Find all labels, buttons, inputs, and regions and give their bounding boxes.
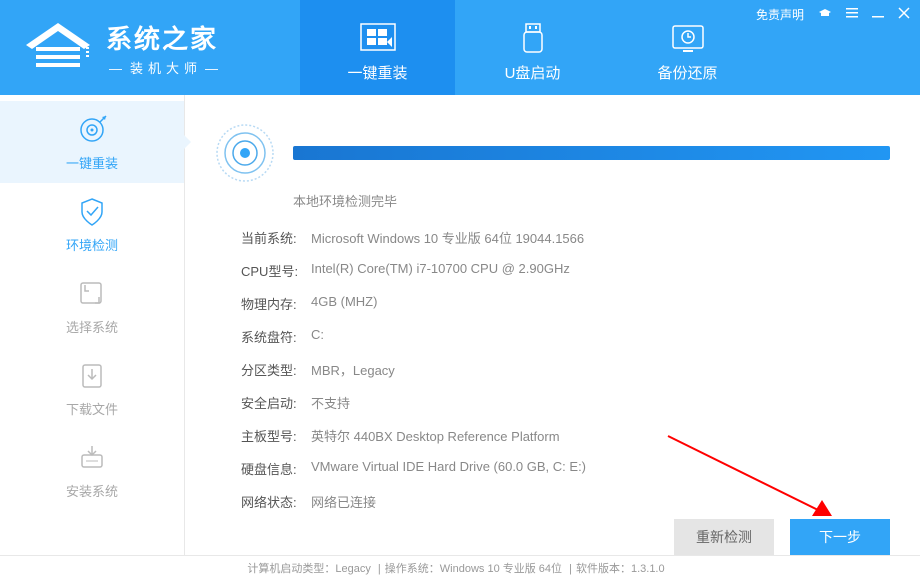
header: 系统之家 装机大师 一键重装 U盘启动 备份还原 免责声明 <box>0 0 920 95</box>
sidebar-label: 环境检测 <box>66 235 118 254</box>
radar-icon <box>215 123 275 183</box>
info-value: MBR，Legacy <box>311 360 395 379</box>
info-row-ram: 物理内存:4GB (MHZ) <box>241 294 890 313</box>
info-value: 4GB (MHZ) <box>311 294 377 313</box>
sidebar-label: 一键重装 <box>66 153 118 172</box>
info-label: CPU型号: <box>241 261 311 280</box>
next-button[interactable]: 下一步 <box>790 519 890 555</box>
menu-icon[interactable] <box>846 7 858 22</box>
info-label: 分区类型: <box>241 360 311 379</box>
sidebar-item-reinstall[interactable]: 一键重装 <box>0 101 184 183</box>
info-row-disk: 硬盘信息:VMware Virtual IDE Hard Drive (60.0… <box>241 459 890 478</box>
info-row-drive: 系统盘符:C: <box>241 327 890 346</box>
minimize-icon[interactable] <box>872 7 884 22</box>
info-label: 当前系统: <box>241 228 311 247</box>
logo-area: 系统之家 装机大师 <box>0 0 300 95</box>
main: 一键重装 环境检测 选择系统 下载文件 安装系统 <box>0 95 920 555</box>
info-row-os: 当前系统:Microsoft Windows 10 专业版 64位 19044.… <box>241 228 890 247</box>
info-row-motherboard: 主板型号:英特尔 440BX Desktop Reference Platfor… <box>241 426 890 445</box>
sidebar-item-download[interactable]: 下载文件 <box>0 347 184 429</box>
logo-icon <box>18 17 98 79</box>
sidebar-label: 下载文件 <box>66 399 118 418</box>
info-row-secure-boot: 安全启动:不支持 <box>241 393 890 412</box>
info-row-partition: 分区类型:MBR，Legacy <box>241 360 890 379</box>
backup-icon <box>667 22 709 56</box>
progress-row <box>215 123 890 183</box>
footer-os: 操作系统：Windows 10 专业版 64位 <box>385 560 576 576</box>
sidebar-item-env-check[interactable]: 环境检测 <box>0 183 184 265</box>
footer-version: 软件版本：1.3.1.0 <box>576 560 673 576</box>
tab-reinstall[interactable]: 一键重装 <box>300 0 455 95</box>
download-icon <box>75 359 109 393</box>
close-icon[interactable] <box>898 7 910 22</box>
info-value: VMware Virtual IDE Hard Drive (60.0 GB, … <box>311 459 586 478</box>
logo-subtitle: 装机大师 <box>106 58 226 77</box>
footer-boot-type: 计算机启动类型：Legacy <box>247 560 384 576</box>
windows-icon <box>357 22 399 56</box>
action-buttons: 重新检测 下一步 <box>674 519 890 555</box>
system-info: 当前系统:Microsoft Windows 10 专业版 64位 19044.… <box>241 228 890 511</box>
info-value: Microsoft Windows 10 专业版 64位 19044.1566 <box>311 228 584 247</box>
usb-icon <box>512 22 554 56</box>
info-row-network: 网络状态:网络已连接 <box>241 492 890 511</box>
sidebar-label: 选择系统 <box>66 317 118 336</box>
progress-status: 本地环境检测完毕 <box>293 191 890 210</box>
info-label: 物理内存: <box>241 294 311 313</box>
info-label: 系统盘符: <box>241 327 311 346</box>
install-icon <box>75 441 109 475</box>
info-label: 硬盘信息: <box>241 459 311 478</box>
sidebar-item-install[interactable]: 安装系统 <box>0 429 184 511</box>
info-value: C: <box>311 327 324 346</box>
info-value: 不支持 <box>311 393 350 412</box>
info-label: 网络状态: <box>241 492 311 511</box>
info-row-cpu: CPU型号:Intel(R) Core(TM) i7-10700 CPU @ 2… <box>241 261 890 280</box>
recheck-button[interactable]: 重新检测 <box>674 519 774 555</box>
tab-label: 一键重装 <box>347 62 407 83</box>
footer: 计算机启动类型：Legacy 操作系统：Windows 10 专业版 64位 软… <box>0 555 920 580</box>
progress-bar <box>293 146 890 160</box>
hat-icon[interactable] <box>818 7 832 22</box>
shield-check-icon <box>75 195 109 229</box>
sidebar-item-select-os[interactable]: 选择系统 <box>0 265 184 347</box>
info-value: Intel(R) Core(TM) i7-10700 CPU @ 2.90GHz <box>311 261 570 280</box>
tab-label: U盘启动 <box>505 62 561 83</box>
select-icon <box>75 277 109 311</box>
info-value: 网络已连接 <box>311 492 376 511</box>
info-label: 主板型号: <box>241 426 311 445</box>
sidebar: 一键重装 环境检测 选择系统 下载文件 安装系统 <box>0 95 185 555</box>
content: 本地环境检测完毕 当前系统:Microsoft Windows 10 专业版 6… <box>185 95 920 555</box>
tab-label: 备份还原 <box>657 62 717 83</box>
logo-title: 系统之家 <box>106 19 226 56</box>
tab-backup-restore[interactable]: 备份还原 <box>610 0 765 95</box>
info-value: 英特尔 440BX Desktop Reference Platform <box>311 426 560 445</box>
tab-usb-boot[interactable]: U盘启动 <box>455 0 610 95</box>
sidebar-label: 安装系统 <box>66 481 118 500</box>
info-label: 安全启动: <box>241 393 311 412</box>
disclaimer-link[interactable]: 免责声明 <box>756 6 804 23</box>
window-controls: 免责声明 <box>756 6 910 23</box>
target-icon <box>75 113 109 147</box>
